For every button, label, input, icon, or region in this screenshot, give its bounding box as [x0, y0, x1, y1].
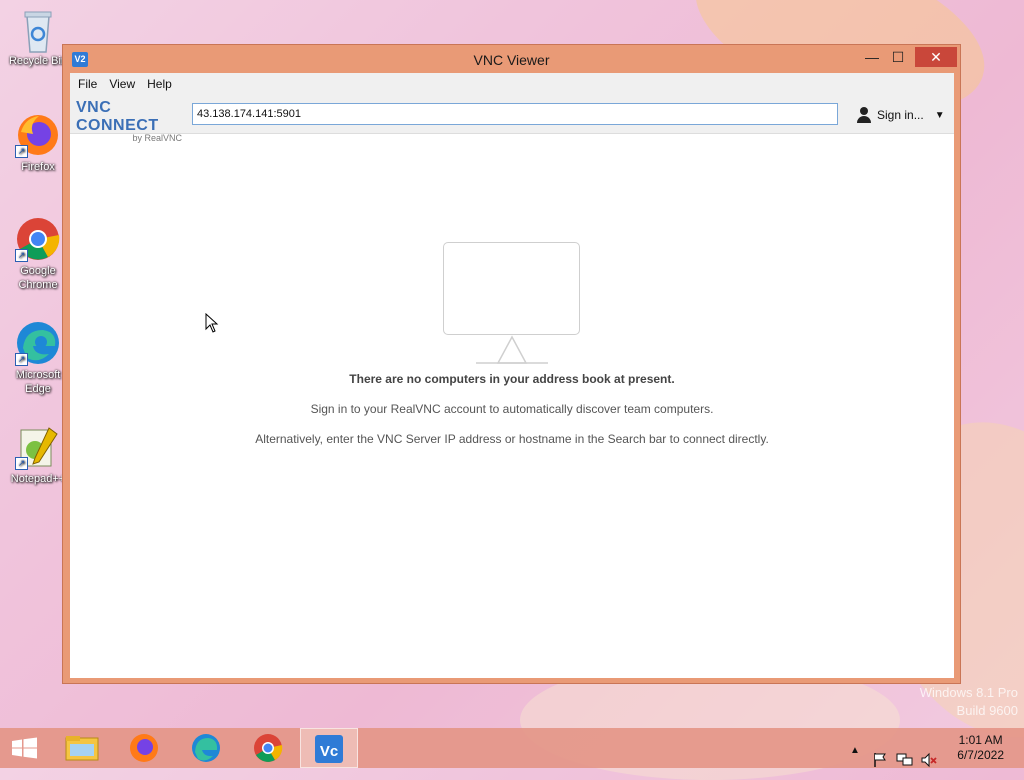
empty-state-line-1: Sign in to your RealVNC account to autom… [310, 402, 714, 416]
edge-icon [192, 734, 220, 762]
title-bar[interactable]: V2 VNC Viewer — ☐ ✕ [63, 45, 960, 73]
taskbar-firefox[interactable] [116, 728, 172, 768]
monitor-icon [443, 242, 580, 335]
taskbar-edge[interactable] [178, 728, 234, 768]
close-button[interactable]: ✕ [915, 47, 957, 67]
menu-help[interactable]: Help [141, 73, 178, 91]
menu-view[interactable]: View [103, 73, 141, 91]
recycle-bin-icon [15, 6, 61, 53]
firefox-icon [130, 734, 158, 762]
user-icon [856, 107, 872, 123]
chevron-down-icon: ▼ [934, 109, 945, 121]
menu-file[interactable]: File [70, 73, 103, 91]
firefox-icon: ↗ [15, 112, 61, 158]
window-client-area: FileViewHelp VNC CONNECT by RealVNC Sign… [70, 73, 954, 678]
notepad-plus-plus-icon: ↗ [15, 424, 61, 470]
chevron-up-icon: ▲ [850, 745, 860, 756]
svg-text:Vc: Vc [320, 743, 338, 760]
edge-icon: ↗ [15, 320, 61, 366]
mouse-cursor-icon [205, 313, 219, 333]
search-input[interactable] [192, 103, 838, 125]
taskbar-file-explorer[interactable] [54, 728, 110, 768]
window-title: VNC Viewer [473, 52, 550, 68]
taskbar: Vc ▲ 1:01 AM 6/7/2022 [0, 728, 1024, 768]
minimize-button[interactable]: — [859, 47, 885, 67]
network-icon[interactable] [896, 740, 914, 780]
taskbar-chrome[interactable] [240, 728, 296, 768]
taskbar-vnc-viewer[interactable]: Vc [300, 728, 358, 768]
action-center-flag-icon[interactable] [872, 740, 888, 780]
start-icon [12, 737, 37, 759]
maximize-button[interactable]: ☐ [885, 47, 911, 67]
vnc-viewer-icon: Vc [315, 735, 343, 763]
sign-in-button[interactable]: Sign in... ▼ [856, 105, 945, 125]
menu-bar: File View Help [70, 73, 954, 95]
chrome-icon: ↗ [15, 216, 61, 262]
volume-muted-icon[interactable] [920, 740, 938, 780]
address-book-area: There are no computers in your address b… [70, 134, 954, 678]
shortcut-arrow-icon: ↗ [15, 145, 28, 158]
vnc-viewer-window: V2 VNC Viewer — ☐ ✕ File View Help VNC CON… [62, 44, 961, 684]
sign-in-label: Sign in... [877, 108, 924, 122]
clock-date: 6/7/2022 [957, 748, 1004, 762]
start-button[interactable] [0, 728, 56, 768]
clock-time: 1:01 AM [958, 733, 1003, 747]
shortcut-arrow-icon: ↗ [15, 457, 28, 470]
system-clock[interactable]: 1:01 AM 6/7/2022 [957, 733, 1004, 763]
shortcut-arrow-icon: ↗ [15, 353, 28, 366]
empty-state-title: There are no computers in your address b… [349, 372, 675, 386]
chrome-icon [254, 734, 283, 762]
empty-state-line-2: Alternatively, enter the VNC Server IP a… [255, 432, 769, 446]
monitor-stand-icon [476, 335, 548, 364]
show-hidden-icons-button[interactable]: ▲ [850, 740, 860, 780]
toolbar: VNC CONNECT by RealVNC Sign in... ▼ [70, 95, 954, 143]
os-watermark: Windows 8.1 Pro Build 9600 [919, 685, 1018, 718]
shortcut-arrow-icon: ↗ [15, 249, 28, 262]
file-explorer-icon [65, 736, 99, 761]
